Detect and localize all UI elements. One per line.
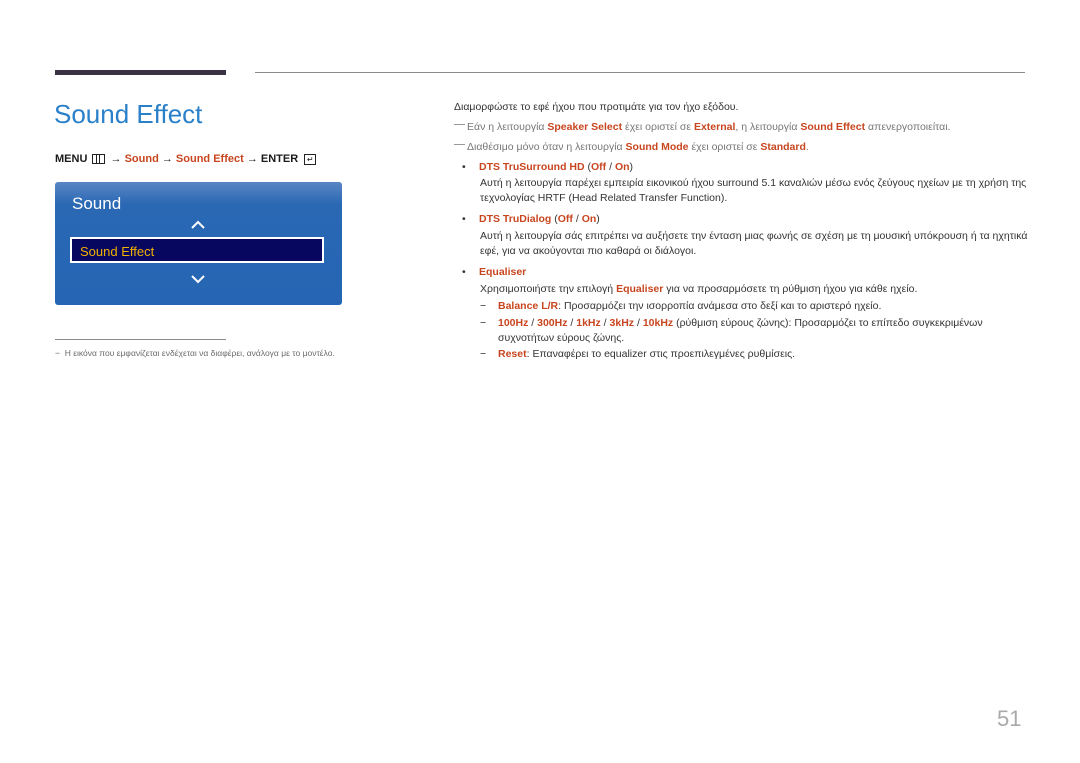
sub-item-reset: − Reset: Επαναφέρει το equalizer στις προ… (480, 348, 795, 360)
footnote-rule (55, 339, 226, 340)
arrow: → (161, 153, 173, 165)
desc-highlight: Equaliser (616, 283, 664, 295)
enter-key: ENTER (260, 153, 299, 165)
footnote-dash: − (55, 348, 65, 358)
note-sound-mode: Διαθέσιμο μόνο όταν η λειτουργία Sound M… (454, 141, 809, 153)
footnote: − Η εικόνα που εμφανίζεται ενδέχεται να … (55, 348, 335, 358)
menu-grid-icon (92, 154, 106, 165)
item-name: DTS TruDialog (479, 213, 552, 225)
enter-return-icon: ↵ (304, 153, 317, 165)
header-bar-accent (55, 70, 226, 75)
note-dash (454, 144, 465, 145)
option-on: On (614, 161, 630, 173)
item-heading: DTS TruSurround HD (Off / On) (479, 161, 634, 173)
sub-item-text: : Προσαρμόζει την ισορροπία ανάμεσα στο … (558, 300, 882, 312)
note-text: , η λειτουργία (735, 121, 801, 133)
note-text: απενεργοποιείται. (865, 121, 951, 133)
footnote-text: Η εικόνα που εμφανίζεται ενδέχεται να δι… (64, 348, 335, 358)
chevron-up-icon[interactable] (191, 220, 205, 230)
dash: − (480, 348, 487, 360)
page-number: 51 (997, 706, 1022, 731)
sub-item-name: Balance L/R (498, 300, 559, 312)
page-title: Sound Effect (54, 99, 203, 129)
desc-text: για να προσαρμόσετε τη ρύθμιση ήχου για … (663, 283, 918, 295)
sub-item-text-cont: συχνοτήτων εύρους ζώνης. (498, 332, 625, 344)
item-heading: DTS TruDialog (Off / On) (479, 213, 600, 225)
item-name: Equaliser (479, 266, 527, 278)
chevron-down-icon[interactable] (191, 274, 205, 284)
freq-1khz: 1kHz (576, 317, 601, 329)
item-name: DTS TruSurround HD (479, 161, 585, 173)
freq-10khz: 10kHz (642, 317, 674, 329)
dash: − (480, 317, 487, 329)
note-text: . (805, 141, 809, 153)
sub-item-frequencies: −100Hz / 300Hz / 1kHz / 3kHz / 10kHz (ρύ… (480, 317, 983, 329)
menu-step-sound-effect: Sound Effect (175, 153, 244, 165)
note-highlight: External (693, 121, 736, 133)
sub-item-name: Reset (498, 348, 527, 360)
option-on: On (581, 213, 597, 225)
header-rule (255, 72, 1025, 73)
note-highlight: Standard (760, 141, 806, 153)
note-speaker-select: Εάν η λειτουργία Speaker Select έχει ορι… (454, 121, 950, 133)
sub-item-text: : Επαναφέρει το equalizer στις προεπιλεγ… (526, 348, 796, 360)
freq-3khz: 3kHz (609, 317, 635, 329)
note-text: έχει οριστεί σε (688, 141, 761, 153)
bullet-icon: • (462, 266, 466, 278)
intro-text: Διαμορφώστε το εφέ ήχου που προτιμάτε γι… (454, 101, 739, 113)
note-highlight: Speaker Select (547, 121, 623, 133)
sub-item-balance: − Balance L/R: Προσαρμόζει την ισορροπία … (480, 300, 881, 312)
bullet-icon: • (462, 213, 466, 225)
freq-100hz: 100Hz (498, 317, 529, 329)
menu-path: MENU → Sound → Sound Effect → ENTER ↵ (55, 153, 317, 165)
sub-item-text: (ρύθμιση εύρους ζώνης): Προσαρμόζει το ε… (673, 317, 983, 329)
desc-text: Χρησιμοποιήστε την επιλογή (480, 283, 617, 295)
option-off: Off (557, 213, 573, 225)
note-text: Εάν η λειτουργία (467, 121, 548, 133)
dash: − (480, 300, 487, 312)
arrow: → (246, 153, 258, 165)
item-description: Αυτή η λειτουργία παρέχει εμπειρία εικον… (480, 177, 1027, 204)
note-highlight: Sound Mode (625, 141, 689, 153)
osd-menu-panel: Sound Sound Effect (55, 182, 342, 305)
note-highlight: Sound Effect (800, 121, 866, 133)
freq-300hz: 300Hz (537, 317, 568, 329)
option-off: Off (591, 161, 607, 173)
arrow: → (110, 153, 122, 165)
osd-selected-item[interactable]: Sound Effect (70, 237, 324, 263)
osd-panel-title: Sound (72, 194, 122, 213)
note-text: έχει οριστεί σε (622, 121, 694, 133)
menu-key: MENU (55, 153, 88, 165)
item-description: Αυτή η λειτουργία σάς επιτρέπει να αυξήσ… (480, 230, 1028, 257)
note-text: Διαθέσιμο μόνο όταν η λειτουργία (467, 141, 626, 153)
note-dash (454, 124, 465, 125)
bullet-icon: • (462, 161, 466, 173)
item-description: Χρησιμοποιήστε την επιλογή Equaliser για… (480, 282, 1030, 297)
menu-step-sound: Sound (124, 153, 159, 165)
osd-selected-item-label: Sound Effect (80, 244, 155, 259)
